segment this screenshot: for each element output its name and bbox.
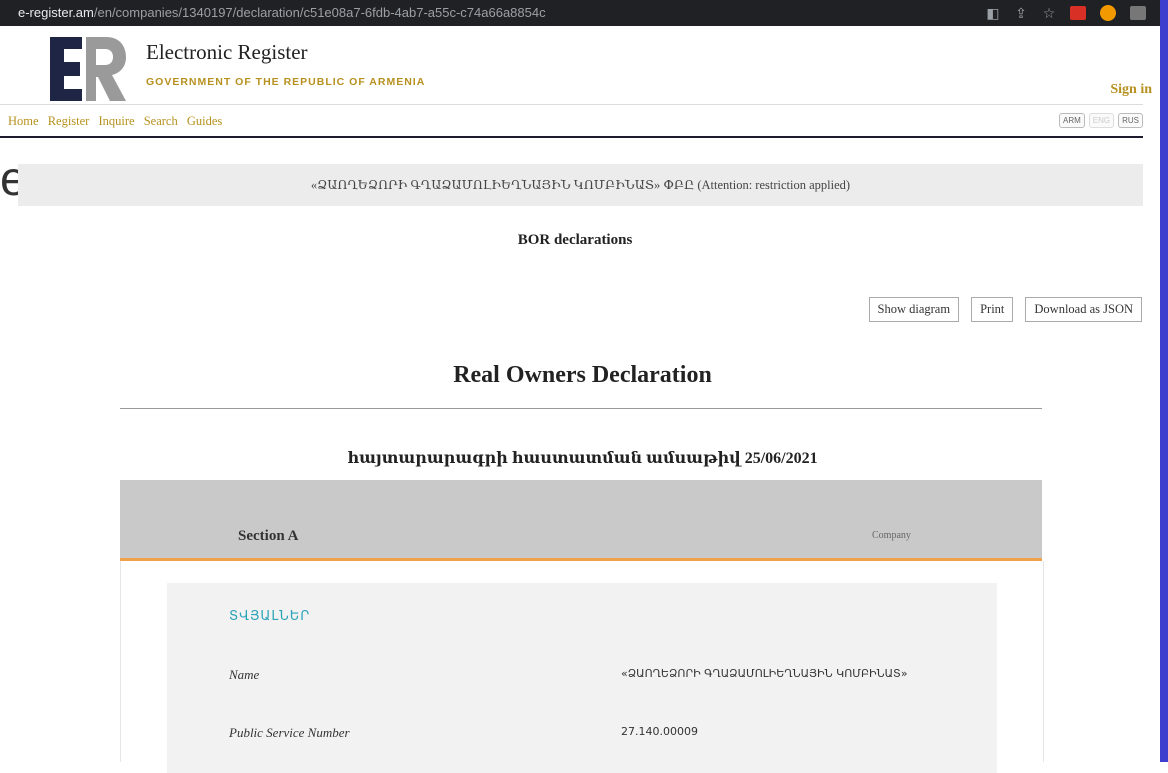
url-path: /en/companies/1340197/declaration/c51e08…	[93, 5, 546, 20]
section-a-body: ՏՎՅԱԼՆԵՐ Name «ՁԱՈՂԵՁՈՐԻ ԳՂԱՁԱՄՈԼԻԵՂՆԱՅԻ…	[120, 561, 1044, 773]
show-diagram-button[interactable]: Show diagram	[868, 297, 960, 322]
public-service-number-label: Public Service Number	[229, 725, 350, 740]
company-banner: «ՁԱՈՂԵՁՈՐԻ ԳՂԱՁԱՄՈԼԻԵՂՆԱՅԻՆ ԿՈՄԲԻՆԱՏ» ՓԲ…	[18, 164, 1143, 206]
lang-arm[interactable]: ARM	[1058, 113, 1085, 128]
nav-inquire[interactable]: Inquire	[98, 114, 134, 128]
section-type: Company	[872, 530, 911, 541]
bor-declarations-heading: BOR declarations	[517, 232, 633, 248]
browser-address-bar[interactable]: e-register.am/en/companies/1340197/decla…	[0, 0, 1160, 26]
browser-toolbar-icons: ◧ ⇪ ☆	[986, 0, 1146, 26]
nav-search[interactable]: Search	[144, 114, 178, 128]
declaration-title: Real Owners Declaration	[453, 362, 712, 388]
main-nav: Home Register Inquire Search Guides ARM …	[0, 104, 1143, 135]
public-service-number-value: 27.140.00009	[621, 725, 698, 738]
extension-icon[interactable]: ◧	[986, 6, 1000, 20]
lang-eng[interactable]: ENG	[1088, 113, 1115, 128]
section-a-header[interactable]: Section A Company	[120, 480, 1042, 561]
nav-home[interactable]: Home	[8, 114, 39, 128]
extension-gray-icon[interactable]	[1130, 6, 1146, 20]
card-heading: ՏՎՅԱԼՆԵՐ	[229, 609, 311, 624]
declaration-date: հայտարարագրի հաստատման ամսաթիվ 25/06/202…	[347, 450, 818, 467]
download-json-button[interactable]: Download as JSON	[1025, 297, 1142, 322]
site-title: Electronic Register	[146, 40, 308, 64]
url-domain: e-register.am	[18, 5, 94, 20]
site-subtitle: GOVERNMENT OF THE REPUBLIC OF ARMENIA	[146, 76, 426, 88]
extension-orange-icon[interactable]	[1100, 5, 1116, 21]
share-icon[interactable]: ⇪	[1014, 6, 1028, 20]
data-card: ՏՎՅԱԼՆԵՐ Name «ՁԱՈՂԵՁՈՐԻ ԳՂԱՁԱՄՈԼԻԵՂՆԱՅԻ…	[167, 583, 997, 773]
action-buttons: Show diagram Print Download as JSON	[868, 297, 1142, 322]
bookmark-star-icon[interactable]: ☆	[1042, 6, 1056, 20]
extension-red-icon[interactable]	[1070, 6, 1086, 20]
lang-rus[interactable]: RUS	[1118, 113, 1143, 128]
sign-in-link[interactable]: Sign in	[1110, 82, 1152, 98]
nav-guides[interactable]: Guides	[187, 114, 222, 128]
nav-register[interactable]: Register	[48, 114, 90, 128]
nav-divider	[0, 136, 1143, 138]
declaration-divider	[120, 408, 1042, 409]
electronic-register-logo-icon[interactable]	[48, 35, 128, 103]
name-label: Name	[229, 667, 260, 682]
section-label: Section A	[238, 528, 299, 544]
print-button[interactable]: Print	[971, 297, 1014, 322]
name-value: «ՁԱՈՂԵՁՈՐԻ ԳՂԱՁԱՄՈԼԻԵՂՆԱՅԻՆ ԿՈՄԲԻՆԱՏ»	[621, 667, 908, 680]
